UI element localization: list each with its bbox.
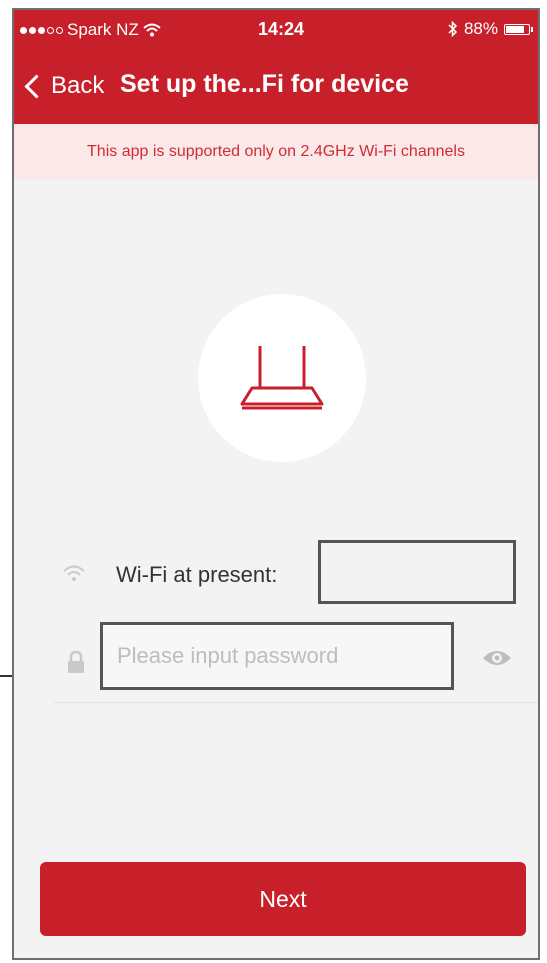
page-title: Set up the...Fi for device	[120, 70, 409, 98]
password-divider	[54, 702, 538, 703]
router-illustration	[198, 294, 366, 462]
status-right: 88%	[448, 19, 533, 39]
status-bar: Spark NZ 14:24 88%	[14, 10, 538, 52]
current-wifi-field[interactable]	[318, 540, 516, 604]
battery-percent: 88%	[463, 19, 498, 38]
back-button[interactable]: Back	[24, 72, 105, 100]
wifi-row: Wi-Fi at present:	[14, 538, 538, 610]
carrier-name: Spark NZ	[67, 20, 139, 39]
wifi-icon	[63, 565, 85, 581]
phone-screen: Spark NZ 14:24 88% Back Set up the...Fi …	[12, 8, 540, 960]
back-label: Back	[51, 72, 105, 99]
wifi-signal-icon	[143, 23, 161, 37]
bluetooth-icon	[448, 21, 458, 37]
chevron-left-icon	[24, 73, 49, 99]
lock-icon	[68, 650, 84, 673]
password-input[interactable]	[100, 622, 454, 690]
status-time: 14:24	[258, 19, 305, 39]
frequency-notice: This app is supported only on 2.4GHz Wi-…	[14, 124, 538, 180]
eye-icon[interactable]	[482, 648, 512, 668]
password-row	[14, 614, 538, 704]
next-button[interactable]: Next	[40, 862, 526, 936]
signal-strength-icon	[20, 26, 63, 34]
router-icon	[240, 346, 324, 410]
wifi-label: Wi-Fi at present:	[116, 562, 278, 587]
status-left: Spark NZ	[20, 20, 161, 40]
battery-icon	[504, 23, 533, 35]
nav-bar: Back Set up the...Fi for device	[14, 52, 538, 124]
